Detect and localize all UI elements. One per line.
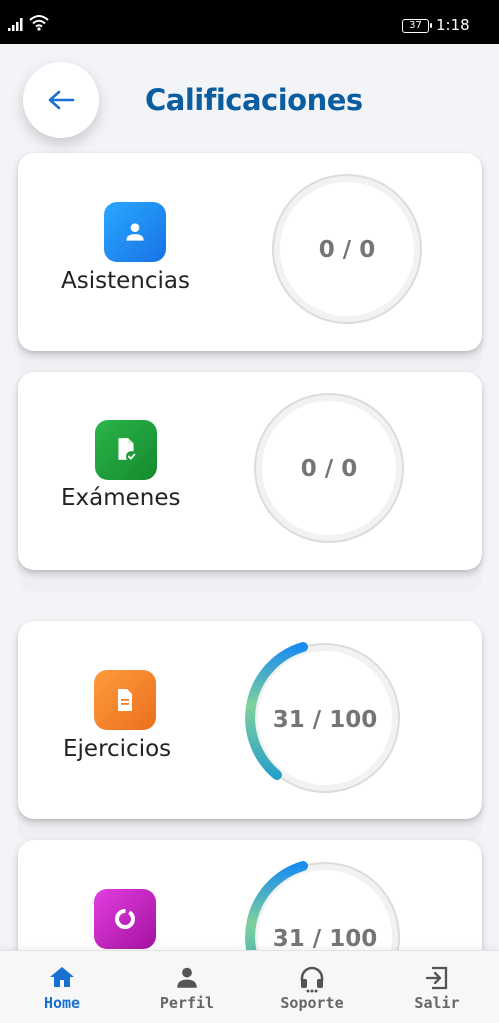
wifi-icon [29, 15, 49, 31]
exams-icon-tile [95, 420, 157, 480]
attendance-score: 0 / 0 [318, 237, 376, 263]
nav-support-label: Soporte [280, 994, 344, 1012]
exams-score: 0 / 0 [300, 456, 358, 482]
nav-logout[interactable]: Salir [387, 951, 487, 1023]
battery-indicator: 37 [402, 19, 432, 33]
nav-home[interactable]: Home [12, 951, 112, 1023]
exercises-score: 31 / 100 [272, 707, 378, 733]
exercises-label: Ejercicios [63, 736, 172, 762]
person-icon [126, 223, 144, 241]
attendance-icon-tile [104, 202, 166, 262]
nav-profile-label: Perfil [159, 994, 215, 1012]
exercises-card[interactable]: Ejercicios 31 / 100 [18, 621, 482, 819]
signal-icon [8, 18, 23, 31]
bottom-nav: Home Perfil Soporte Salir [0, 950, 499, 1023]
logout-icon [425, 966, 448, 990]
exams-card[interactable]: Exámenes 0 / 0 [18, 372, 482, 570]
attendance-card[interactable]: Asistencias 0 / 0 [18, 153, 482, 351]
nav-support[interactable]: Soporte [262, 951, 362, 1023]
activities-score: 31 / 100 [272, 926, 378, 952]
attendance-label: Asistencias [61, 268, 190, 294]
headset-icon [300, 966, 324, 993]
nav-home-label: Home [43, 994, 81, 1012]
document-check-icon [118, 438, 137, 462]
document-icon [118, 689, 132, 711]
home-icon [50, 967, 74, 987]
exams-label: Exámenes [61, 485, 181, 511]
status-time: 1:18 [436, 16, 470, 34]
donut-icon [115, 909, 135, 929]
page-title: Calificaciones [145, 83, 363, 117]
nav-logout-label: Salir [414, 994, 460, 1012]
back-button[interactable] [23, 62, 99, 138]
status-bar: 37 1:18 [0, 0, 499, 44]
nav-profile[interactable]: Perfil [137, 951, 237, 1023]
person-icon [177, 967, 197, 988]
exercises-icon-tile [94, 670, 156, 730]
activities-icon-tile [94, 889, 156, 949]
arrow-left-icon [48, 90, 75, 110]
